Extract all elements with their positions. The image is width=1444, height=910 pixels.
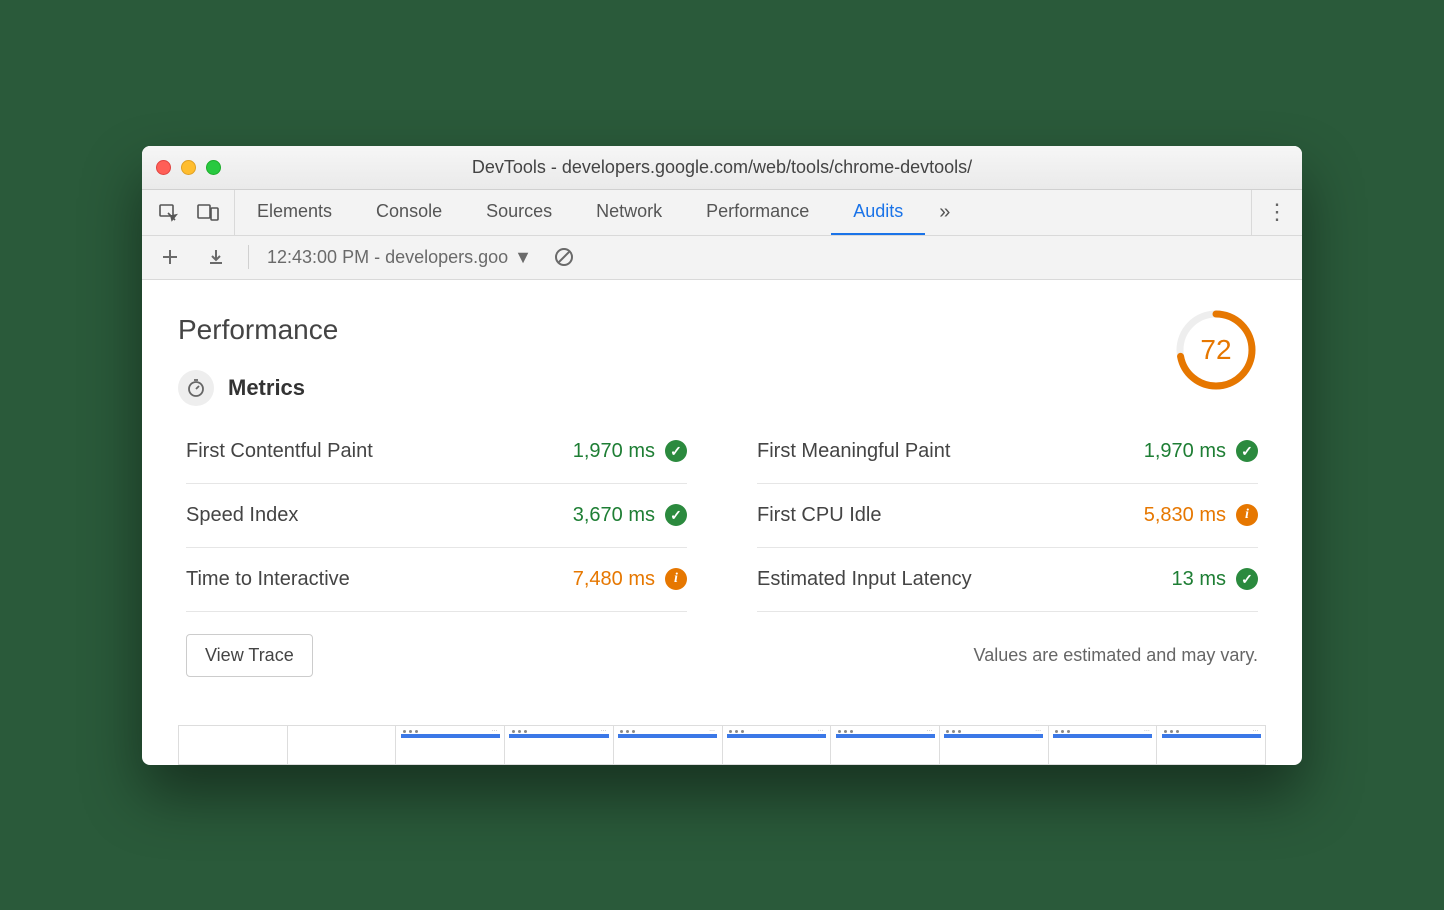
titlebar: DevTools - developers.google.com/web/too… [142, 146, 1302, 190]
metrics-header: Metrics [178, 370, 1266, 406]
inspect-controls [142, 190, 235, 235]
tab-audits[interactable]: Audits [831, 190, 925, 235]
tab-sources[interactable]: Sources [464, 190, 574, 235]
performance-score-gauge: 72 [1174, 308, 1258, 392]
device-toggle-icon[interactable] [194, 198, 222, 226]
metric-label: Time to Interactive [186, 568, 350, 591]
dropdown-triangle-icon: ▼ [514, 247, 532, 268]
metric-value: 5,830 ms [1144, 504, 1226, 527]
metrics-footer: View Trace Values are estimated and may … [178, 612, 1266, 687]
inspect-element-icon[interactable] [154, 198, 182, 226]
metric-value: 13 ms [1172, 568, 1226, 591]
audit-report-content: 72 Performance Metrics First Contentful … [142, 280, 1302, 707]
metric-label: First CPU Idle [757, 504, 881, 527]
minimize-window-button[interactable] [181, 160, 196, 175]
metric-value: 1,970 ms [573, 440, 655, 463]
metric-estimated-input-latency: Estimated Input Latency 13 ms ✓ [757, 548, 1258, 612]
tabs-overflow-icon[interactable]: » [925, 190, 964, 235]
close-window-button[interactable] [156, 160, 171, 175]
filmstrip-frame[interactable]: ··· [722, 725, 831, 765]
metric-label: Speed Index [186, 504, 298, 527]
filmstrip-frame[interactable]: ··· [939, 725, 1048, 765]
metric-label: First Contentful Paint [186, 440, 373, 463]
tab-console[interactable]: Console [354, 190, 464, 235]
metric-first-cpu-idle: First CPU Idle 5,830 ms i [757, 484, 1258, 548]
filmstrip-frame[interactable]: ··· [1156, 725, 1266, 765]
metric-value: 3,670 ms [573, 504, 655, 527]
filmstrip-frame[interactable]: ··· [1048, 725, 1157, 765]
devtools-tabbar: Elements Console Sources Network Perform… [142, 190, 1302, 236]
status-average-icon: i [1236, 504, 1258, 526]
status-good-icon: ✓ [665, 440, 687, 462]
filmstrip-frame[interactable]: ··· [504, 725, 613, 765]
window-title: DevTools - developers.google.com/web/too… [142, 157, 1302, 178]
clear-button[interactable] [550, 243, 578, 271]
audit-report-label: 12:43:00 PM - developers.goo [267, 247, 508, 268]
metric-label: Estimated Input Latency [757, 568, 972, 591]
view-trace-button[interactable]: View Trace [186, 634, 313, 677]
performance-score-value: 72 [1174, 308, 1258, 392]
status-good-icon: ✓ [1236, 440, 1258, 462]
screenshot-filmstrip: ··· ··· ··· ··· ··· ··· ··· ··· [142, 725, 1302, 765]
new-audit-button[interactable] [156, 243, 184, 271]
metric-first-contentful-paint: First Contentful Paint 1,970 ms ✓ [186, 420, 687, 484]
devtools-window: DevTools - developers.google.com/web/too… [142, 146, 1302, 765]
section-title: Performance [178, 314, 1266, 346]
window-controls [156, 160, 221, 175]
metric-first-meaningful-paint: First Meaningful Paint 1,970 ms ✓ [757, 420, 1258, 484]
metric-value: 7,480 ms [573, 568, 655, 591]
toolbar-divider [248, 245, 249, 269]
status-good-icon: ✓ [1236, 568, 1258, 590]
metric-label: First Meaningful Paint [757, 440, 950, 463]
devtools-menu-button[interactable]: ⋮ [1251, 190, 1302, 235]
maximize-window-button[interactable] [206, 160, 221, 175]
status-good-icon: ✓ [665, 504, 687, 526]
tab-network[interactable]: Network [574, 190, 684, 235]
audits-toolbar: 12:43:00 PM - developers.goo ▼ [142, 236, 1302, 280]
stopwatch-icon [178, 370, 214, 406]
filmstrip-frame[interactable] [178, 725, 287, 765]
tab-elements[interactable]: Elements [235, 190, 354, 235]
footer-note: Values are estimated and may vary. [974, 645, 1258, 666]
metrics-grid: First Contentful Paint 1,970 ms ✓ First … [178, 420, 1266, 612]
panel-tabs: Elements Console Sources Network Perform… [235, 190, 1251, 235]
filmstrip-frame[interactable]: ··· [830, 725, 939, 765]
status-average-icon: i [665, 568, 687, 590]
audit-report-selector[interactable]: 12:43:00 PM - developers.goo ▼ [267, 247, 532, 268]
metric-value: 1,970 ms [1144, 440, 1226, 463]
filmstrip-frame[interactable] [287, 725, 396, 765]
filmstrip-frame[interactable]: ··· [395, 725, 504, 765]
metric-time-to-interactive: Time to Interactive 7,480 ms i [186, 548, 687, 612]
tab-performance[interactable]: Performance [684, 190, 831, 235]
metrics-heading: Metrics [228, 375, 305, 401]
filmstrip-frame[interactable]: ··· [613, 725, 722, 765]
metric-speed-index: Speed Index 3,670 ms ✓ [186, 484, 687, 548]
download-report-button[interactable] [202, 243, 230, 271]
kebab-menu-icon: ⋮ [1266, 199, 1288, 225]
